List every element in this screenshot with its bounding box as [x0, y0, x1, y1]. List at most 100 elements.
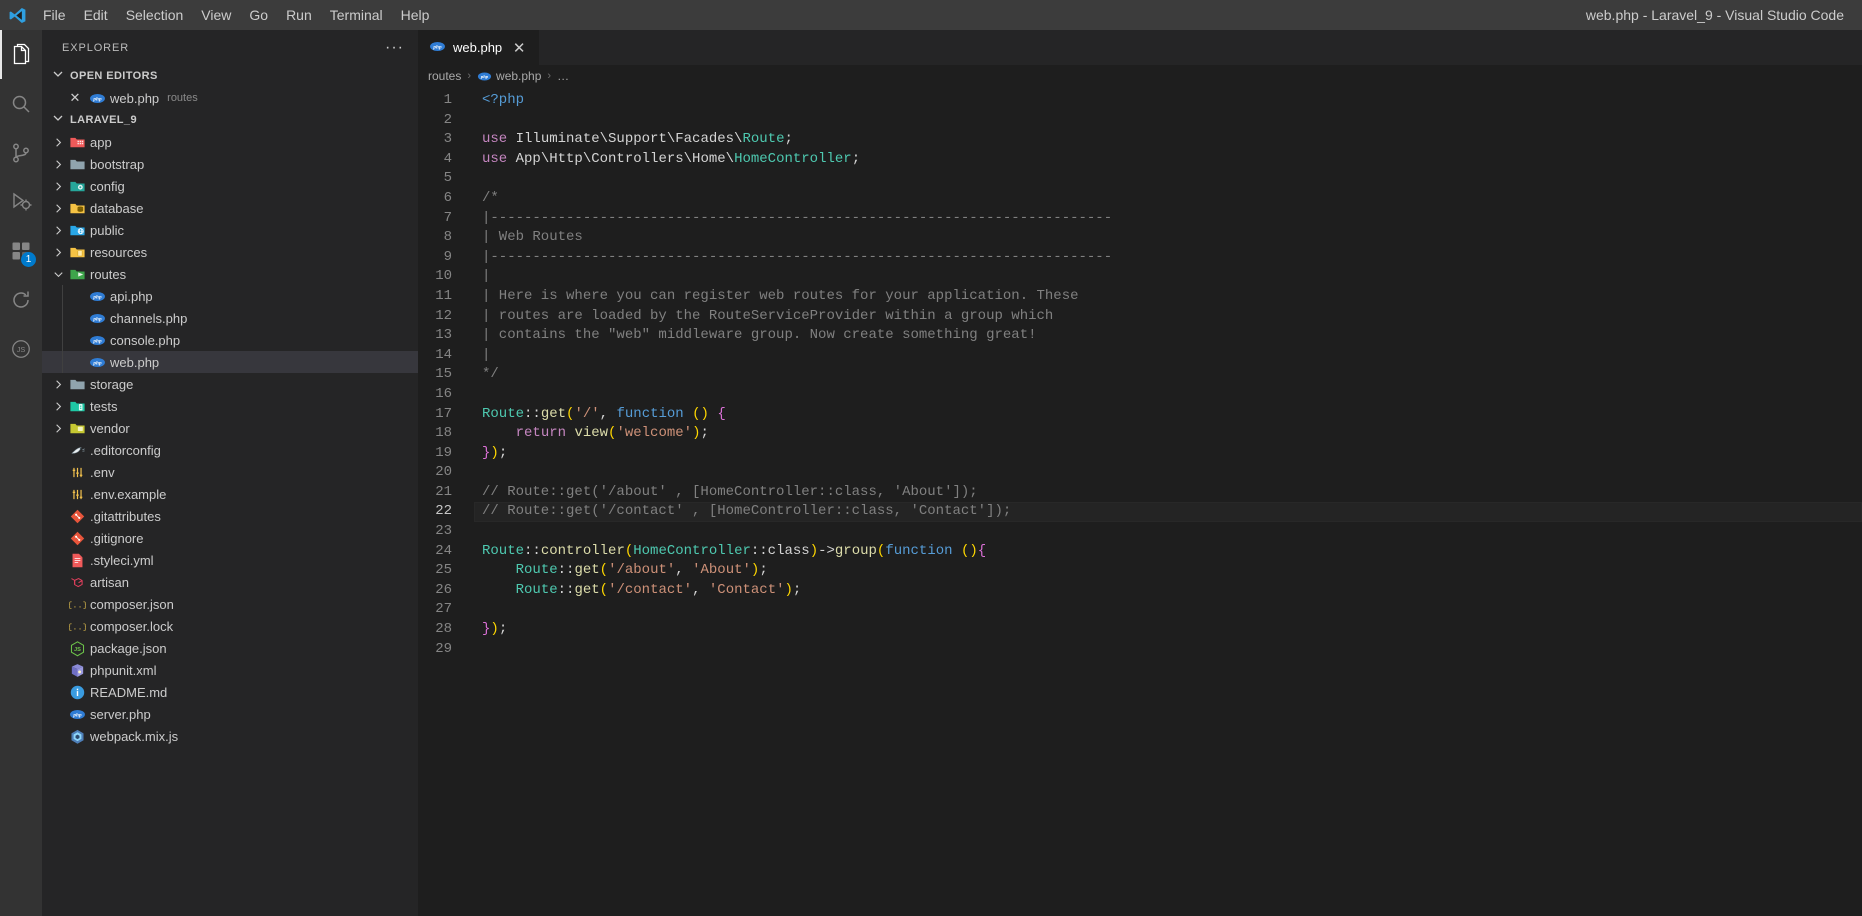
code-line[interactable]: |	[474, 346, 1862, 366]
menu-terminal[interactable]: Terminal	[321, 0, 392, 30]
code-line[interactable]	[474, 522, 1862, 542]
tree-item-vendor[interactable]: vendor	[42, 417, 418, 439]
tree-item-database[interactable]: database	[42, 197, 418, 219]
tree-item-gitignore[interactable]: .gitignore	[42, 527, 418, 549]
code-line[interactable]: });	[474, 444, 1862, 464]
code-line[interactable]: });	[474, 620, 1862, 640]
chevron-right-icon[interactable]	[50, 245, 66, 260]
activity-run-and-debug[interactable]	[0, 177, 42, 226]
menu-file[interactable]: File	[34, 0, 75, 30]
code-line[interactable]	[474, 640, 1862, 660]
code-line[interactable]: |---------------------------------------…	[474, 209, 1862, 229]
tree-item-webpack-mix-js[interactable]: webpack.mix.js	[42, 725, 418, 747]
activity-extensions[interactable]: 1	[0, 226, 42, 275]
chevron-right-icon[interactable]	[50, 377, 66, 392]
tree-item-label: .env.example	[90, 486, 167, 502]
tree-item-package-json[interactable]: JS package.json	[42, 637, 418, 659]
section-label: OPEN EDITORS	[70, 70, 158, 82]
breadcrumb-routes[interactable]: routes	[428, 69, 461, 83]
code-line[interactable]: Route::get('/contact', 'Contact');	[474, 581, 1862, 601]
tree-item-gitattributes[interactable]: .gitattributes	[42, 505, 418, 527]
tree-item-app[interactable]: app	[42, 131, 418, 153]
tree-item-storage[interactable]: storage	[42, 373, 418, 395]
activity-explorer[interactable]	[0, 30, 42, 79]
folder-plain-icon	[66, 376, 88, 393]
tree-item-web-php[interactable]: php web.php	[42, 351, 418, 373]
menu-edit[interactable]: Edit	[75, 0, 117, 30]
code-line[interactable]: // Route::get('/about' , [HomeController…	[474, 483, 1862, 503]
tree-item-artisan[interactable]: artisan	[42, 571, 418, 593]
code-line[interactable]	[474, 385, 1862, 405]
tree-item-server-php[interactable]: php server.php	[42, 703, 418, 725]
chevron-down-icon[interactable]	[50, 267, 66, 282]
close-icon[interactable]: ✕	[64, 90, 86, 106]
chevron-right-icon[interactable]	[50, 399, 66, 414]
section-open-editors[interactable]: OPEN EDITORS	[42, 65, 418, 87]
code-line[interactable]	[474, 111, 1862, 131]
breadcrumb-symbol[interactable]: …	[557, 69, 569, 83]
tree-item-label: bootstrap	[90, 156, 145, 172]
tree-item-env[interactable]: .env	[42, 461, 418, 483]
code-line[interactable]	[474, 463, 1862, 483]
tree-item-routes[interactable]: routes	[42, 263, 418, 285]
tree-item-tests[interactable]: tests	[42, 395, 418, 417]
code-line[interactable]: Route::get('/about', 'About');	[474, 561, 1862, 581]
tree-item-console-php[interactable]: php console.php	[42, 329, 418, 351]
tree-item-styleci-yml[interactable]: .styleci.yml	[42, 549, 418, 571]
tree-item-api-php[interactable]: php api.php	[42, 285, 418, 307]
tree-item-resources[interactable]: resources	[42, 241, 418, 263]
code-line[interactable]: |---------------------------------------…	[474, 248, 1862, 268]
tab-web-php[interactable]: php web.php ✕	[418, 30, 541, 65]
open-editor-item[interactable]: ✕ php web.php routes	[42, 87, 418, 109]
code-line[interactable]: Route::controller(HomeController::class)…	[474, 542, 1862, 562]
menu-run[interactable]: Run	[277, 0, 321, 30]
chevron-right-icon[interactable]	[50, 201, 66, 216]
tree-item-channels-php[interactable]: php channels.php	[42, 307, 418, 329]
tree-item-readme-md[interactable]: README.md	[42, 681, 418, 703]
sidebar-more-actions-icon[interactable]: ···	[379, 39, 410, 55]
chevron-right-icon[interactable]	[50, 157, 66, 172]
menu-view[interactable]: View	[192, 0, 240, 30]
tree-item-public[interactable]: public	[42, 219, 418, 241]
folder-database-icon	[66, 200, 88, 217]
code-line[interactable]: <?php	[474, 91, 1862, 111]
tree-item-composer-lock[interactable]: {..} composer.lock	[42, 615, 418, 637]
code-line[interactable]: | contains the "web" middleware group. N…	[474, 326, 1862, 346]
activity-search[interactable]	[0, 79, 42, 128]
tree-item-env-example[interactable]: .env.example	[42, 483, 418, 505]
section-workspace[interactable]: LARAVEL_9	[42, 109, 418, 131]
code-line[interactable]: | routes are loaded by the RouteServiceP…	[474, 307, 1862, 327]
code-line[interactable]: return view('welcome');	[474, 424, 1862, 444]
code-editor[interactable]: 1 2 3 4 5 6 7 8 9 10 11 12 13 14 15 16 17 18 19 20 21 22 23 24 2…	[418, 87, 1862, 916]
tree-item-config[interactable]: config	[42, 175, 418, 197]
tree-item-bootstrap[interactable]: bootstrap	[42, 153, 418, 175]
chevron-right-icon[interactable]	[50, 135, 66, 150]
menu-selection[interactable]: Selection	[117, 0, 193, 30]
menu-help[interactable]: Help	[392, 0, 439, 30]
activity-source-control[interactable]	[0, 128, 42, 177]
activity-json-tools[interactable]: JS	[0, 324, 42, 373]
code-line[interactable]: | Web Routes	[474, 228, 1862, 248]
code-line[interactable]: use Illuminate\Support\Facades\Route;	[474, 130, 1862, 150]
chevron-right-icon[interactable]	[50, 421, 66, 436]
code-line[interactable]: */	[474, 365, 1862, 385]
tab-close-icon[interactable]: ✕	[509, 38, 529, 58]
tree-item-editorconfig[interactable]: .editorconfig	[42, 439, 418, 461]
code-line[interactable]: |	[474, 267, 1862, 287]
tree-item-label: .env	[90, 464, 115, 480]
code-line[interactable]	[474, 169, 1862, 189]
tree-item-phpunit-xml[interactable]: phpunit.xml	[42, 659, 418, 681]
code-line[interactable]: Route::get('/', function () {	[474, 405, 1862, 425]
tree-item-composer-json[interactable]: {..} composer.json	[42, 593, 418, 615]
code-line[interactable]: /*	[474, 189, 1862, 209]
code-line[interactable]: use App\Http\Controllers\Home\HomeContro…	[474, 150, 1862, 170]
code-content[interactable]: <?php use Illuminate\Support\Facades\Rou…	[474, 87, 1862, 916]
chevron-right-icon[interactable]	[50, 223, 66, 238]
breadcrumb-file[interactable]: web.php	[496, 69, 541, 83]
activity-sync[interactable]	[0, 275, 42, 324]
code-line[interactable]: | Here is where you can register web rou…	[474, 287, 1862, 307]
code-line[interactable]	[474, 600, 1862, 620]
menu-go[interactable]: Go	[240, 0, 277, 30]
chevron-right-icon[interactable]	[50, 179, 66, 194]
code-line[interactable]: // Route::get('/contact' , [HomeControll…	[474, 502, 1862, 522]
